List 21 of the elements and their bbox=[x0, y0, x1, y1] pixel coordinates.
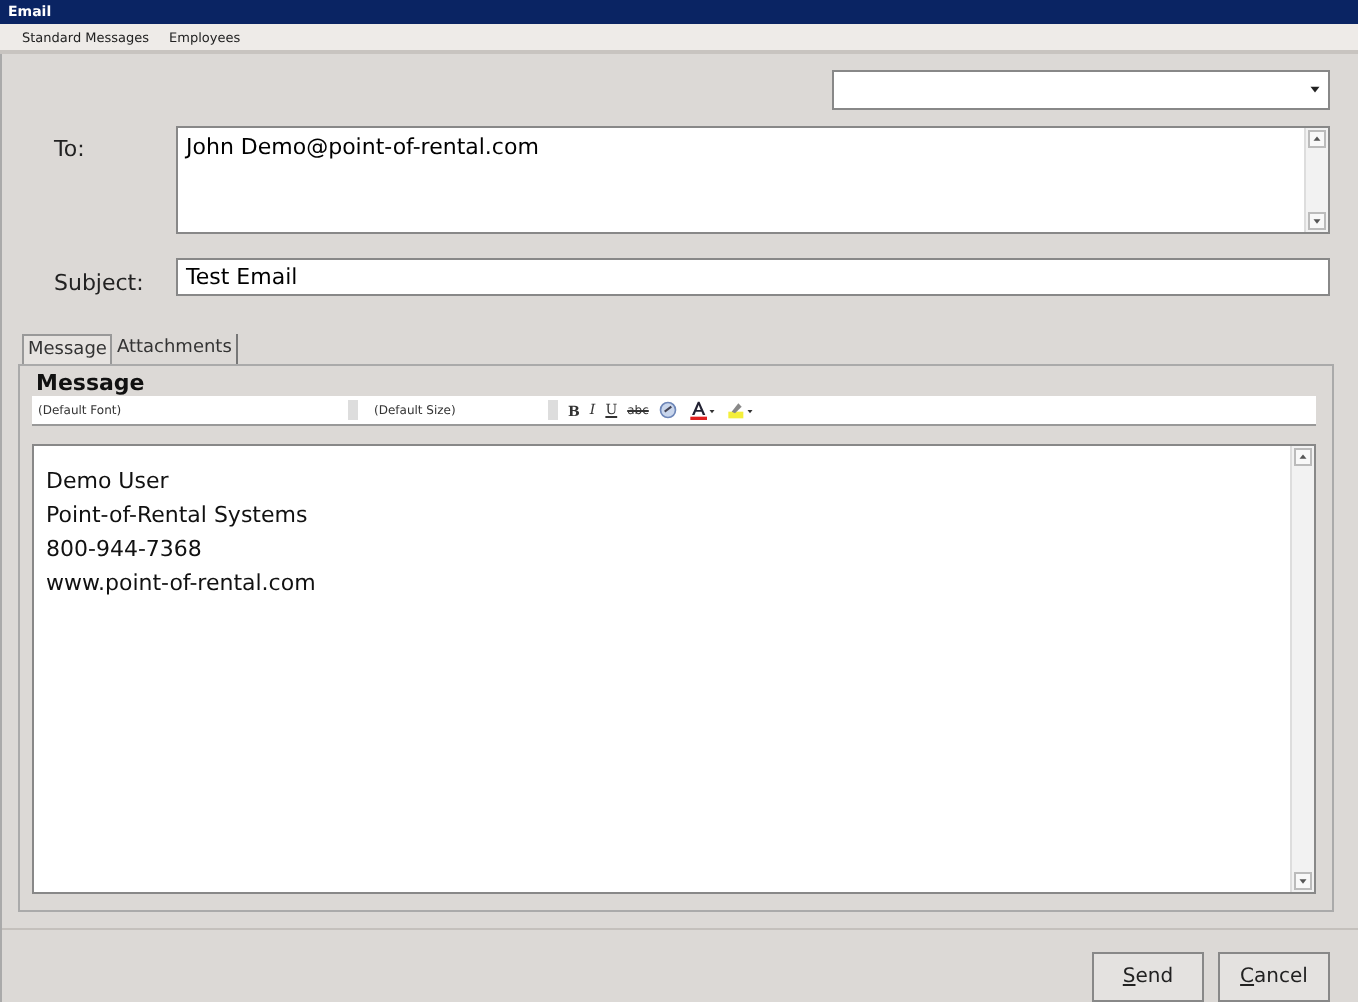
tab[interactable]: Attachments bbox=[112, 334, 238, 364]
cancel-button[interactable]: Cancel bbox=[1218, 952, 1330, 1002]
scroll-down-icon[interactable] bbox=[1294, 872, 1312, 890]
link-icon[interactable] bbox=[658, 400, 679, 420]
panel-heading: Message bbox=[34, 370, 147, 396]
font-color-icon[interactable] bbox=[688, 400, 717, 420]
field-label: To: bbox=[52, 134, 87, 166]
subject-field[interactable]: Test Email bbox=[176, 258, 1330, 296]
message-line: 800-944-7368 bbox=[46, 534, 204, 566]
send-button[interactable]: Send bbox=[1092, 952, 1204, 1002]
scroll-up-icon[interactable] bbox=[1308, 130, 1326, 148]
message-editor[interactable]: Demo User Point-of-Rental Systems 800-944-7368 www.point-of-rental.com bbox=[32, 444, 1316, 894]
message-line: Demo User bbox=[46, 466, 171, 498]
message-line: Point-of-Rental Systems bbox=[46, 500, 310, 532]
scroll-up-icon[interactable] bbox=[1294, 448, 1312, 466]
scroll-down-icon[interactable] bbox=[1308, 212, 1326, 230]
tab[interactable]: Message bbox=[22, 334, 113, 364]
highlighter-icon[interactable] bbox=[726, 400, 755, 420]
field-label: Subject: bbox=[52, 268, 146, 296]
message-line: www.point-of-rental.com bbox=[46, 568, 318, 600]
to-field[interactable]: John Demo@point-of-rental.com bbox=[176, 126, 1330, 234]
